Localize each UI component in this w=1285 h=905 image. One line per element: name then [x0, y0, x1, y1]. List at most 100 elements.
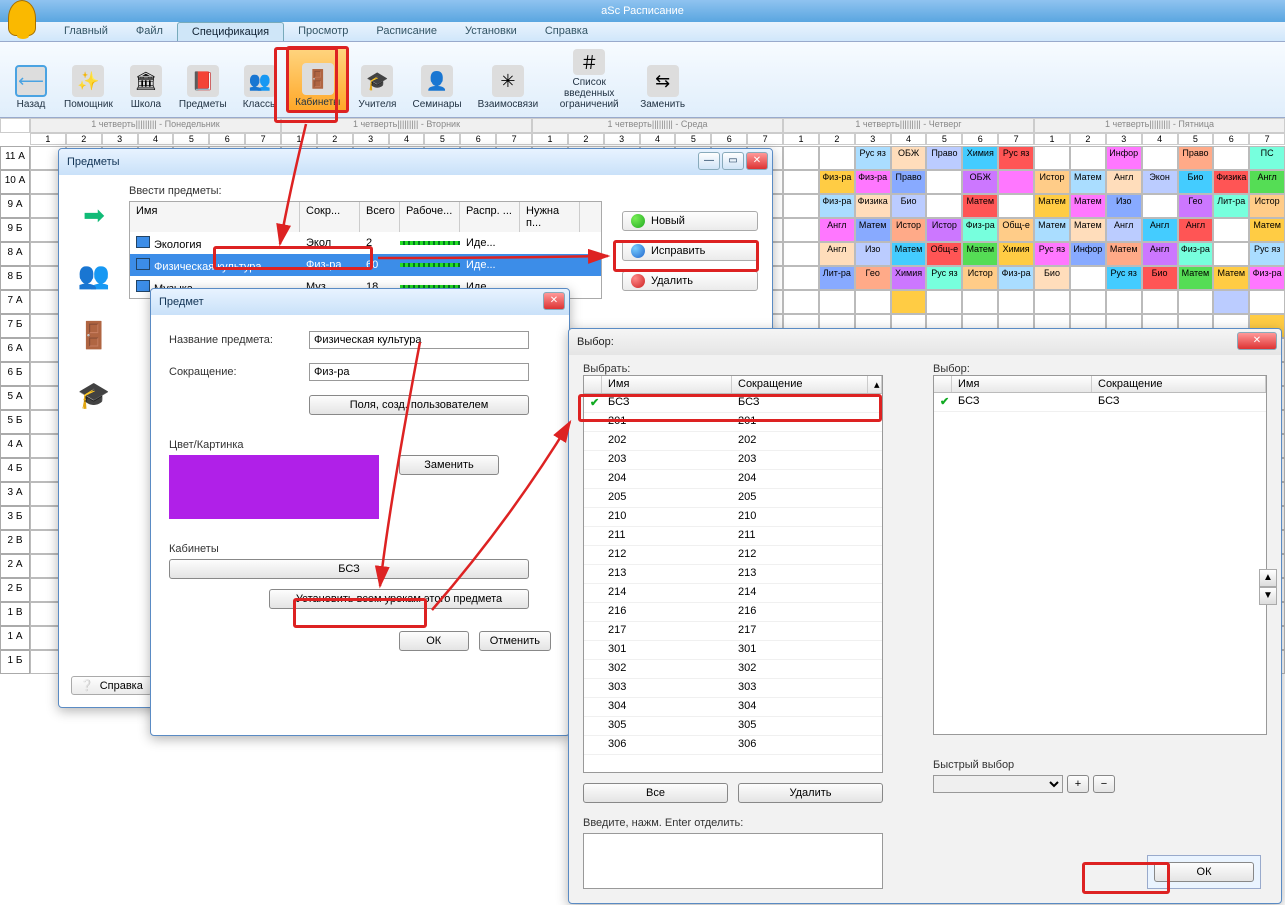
timetable-cell[interactable]: Био: [1178, 170, 1214, 194]
scroll-down-icon[interactable]: ▼: [1259, 587, 1277, 605]
arrow-right-icon[interactable]: ➡: [74, 195, 114, 235]
timetable-cell[interactable]: Физ-ра: [855, 170, 891, 194]
room-option[interactable]: 217217: [584, 622, 882, 641]
timetable-cell[interactable]: Физ-ра: [819, 194, 855, 218]
ribbon-relations[interactable]: ✳Взаимосвязи: [471, 46, 546, 113]
timetable-cell[interactable]: Химия: [891, 266, 927, 290]
delete-button[interactable]: Удалить: [622, 271, 758, 291]
timetable-cell[interactable]: Матем: [962, 242, 998, 266]
timetable-cell[interactable]: Био: [1034, 266, 1070, 290]
timetable-cell[interactable]: [962, 290, 998, 314]
menu-item[interactable]: Файл: [122, 22, 177, 41]
menu-item[interactable]: Просмотр: [284, 22, 362, 41]
ribbon-wizard[interactable]: ✨Помощник: [57, 46, 120, 113]
ribbon-subjects[interactable]: 📕Предметы: [172, 46, 234, 113]
timetable-cell[interactable]: Матем: [1070, 194, 1106, 218]
timetable-cell[interactable]: [1142, 194, 1178, 218]
timetable-cell[interactable]: Гео: [855, 266, 891, 290]
room-option[interactable]: 306306: [584, 736, 882, 755]
timetable-cell[interactable]: Рус яз: [998, 146, 1034, 170]
enter-textarea[interactable]: [583, 833, 883, 889]
timetable-cell[interactable]: [1213, 146, 1249, 170]
timetable-cell[interactable]: [1142, 290, 1178, 314]
room-option[interactable]: 205205: [584, 489, 882, 508]
menu-item[interactable]: Установки: [451, 22, 531, 41]
people-icon[interactable]: 👥: [74, 255, 114, 295]
timetable-cell[interactable]: Матем: [1070, 170, 1106, 194]
ribbon-rooms[interactable]: 🚪Кабинеты: [286, 46, 349, 113]
timetable-cell[interactable]: Физ-ра: [1249, 266, 1285, 290]
timetable-cell[interactable]: Лит-ра: [819, 266, 855, 290]
timetable-cell[interactable]: Англ: [1142, 242, 1178, 266]
timetable-cell[interactable]: Био: [1142, 266, 1178, 290]
timetable-cell[interactable]: Рус яз: [1034, 242, 1070, 266]
timetable-cell[interactable]: Инфор: [1106, 146, 1142, 170]
timetable-cell[interactable]: Матем: [891, 242, 927, 266]
change-color-button[interactable]: Заменить: [399, 455, 499, 475]
timetable-cell[interactable]: Физ-ра: [1178, 242, 1214, 266]
timetable-cell[interactable]: Гео: [1178, 194, 1214, 218]
timetable-cell[interactable]: Физ-ра: [998, 266, 1034, 290]
timetable-cell[interactable]: [819, 290, 855, 314]
userfields-button[interactable]: Поля, созд. пользователем: [309, 395, 529, 415]
timetable-cell[interactable]: [1034, 146, 1070, 170]
timetable-cell[interactable]: Экон: [1142, 170, 1178, 194]
menu-item[interactable]: Спецификация: [177, 22, 284, 41]
timetable-cell[interactable]: Физ-ра: [962, 218, 998, 242]
quick-remove-button[interactable]: −: [1093, 775, 1115, 793]
timetable-cell[interactable]: Изо: [855, 242, 891, 266]
timetable-cell[interactable]: Инфор: [1070, 242, 1106, 266]
timetable-cell[interactable]: Истор: [962, 266, 998, 290]
set-all-lessons-button[interactable]: Установить всем урокам этого предмета: [269, 589, 529, 609]
timetable-cell[interactable]: [926, 290, 962, 314]
available-rooms-list[interactable]: ИмяСокращение▴ ✔БСЗБСЗ201201202202203203…: [583, 375, 883, 773]
select-ok-button[interactable]: ОК: [1154, 862, 1254, 882]
room-option[interactable]: 202202: [584, 432, 882, 451]
timetable-cell[interactable]: ОБЖ: [962, 170, 998, 194]
timetable-cell[interactable]: Англ: [1249, 170, 1285, 194]
subject-room-button[interactable]: БСЗ: [169, 559, 529, 579]
timetable-cell[interactable]: [783, 170, 819, 194]
timetable-cell[interactable]: Рус яз: [1106, 266, 1142, 290]
room-option[interactable]: 203203: [584, 451, 882, 470]
room-option[interactable]: 210210: [584, 508, 882, 527]
close-button[interactable]: ✕: [746, 152, 768, 170]
edit-button[interactable]: Исправить: [622, 241, 758, 261]
timetable-cell[interactable]: [819, 146, 855, 170]
timetable-cell[interactable]: [783, 218, 819, 242]
timetable-cell[interactable]: Англ: [819, 242, 855, 266]
timetable-cell[interactable]: Истор: [891, 218, 927, 242]
timetable-cell[interactable]: [998, 194, 1034, 218]
timetable-cell[interactable]: [783, 242, 819, 266]
room-option[interactable]: 305305: [584, 717, 882, 736]
room-option[interactable]: 302302: [584, 660, 882, 679]
timetable-cell[interactable]: [1070, 146, 1106, 170]
timetable-cell[interactable]: Матем: [1249, 218, 1285, 242]
timetable-cell[interactable]: Матем: [1034, 218, 1070, 242]
room-option[interactable]: 214214: [584, 584, 882, 603]
timetable-cell[interactable]: Лит-ра: [1213, 194, 1249, 218]
timetable-cell[interactable]: [783, 290, 819, 314]
ribbon-constraints[interactable]: ＃Список введенных ограничений: [547, 46, 631, 113]
menu-item[interactable]: Справка: [531, 22, 602, 41]
timetable-cell[interactable]: Рус яз: [926, 266, 962, 290]
timetable-cell[interactable]: [1034, 290, 1070, 314]
room-option[interactable]: 204204: [584, 470, 882, 489]
minimize-button[interactable]: —: [698, 152, 720, 170]
subject-abbr-input[interactable]: [309, 363, 529, 381]
timetable-cell[interactable]: Изо: [1106, 194, 1142, 218]
timetable-cell[interactable]: [1213, 218, 1249, 242]
subject-cancel-button[interactable]: Отменить: [479, 631, 551, 651]
selected-rooms-list[interactable]: ИмяСокращение ✔БСЗБСЗ: [933, 375, 1267, 735]
timetable-cell[interactable]: ПС: [1249, 146, 1285, 170]
timetable-cell[interactable]: [1249, 290, 1285, 314]
ribbon-classes[interactable]: 👥Классы: [236, 46, 284, 113]
close-button[interactable]: ✕: [1237, 332, 1277, 350]
timetable-cell[interactable]: Истор: [1034, 170, 1070, 194]
room-option[interactable]: 304304: [584, 698, 882, 717]
timetable-cell[interactable]: Химия: [962, 146, 998, 170]
timetable-cell[interactable]: [783, 146, 819, 170]
timetable-cell[interactable]: Матем: [962, 194, 998, 218]
timetable-cell[interactable]: [891, 290, 927, 314]
room-option[interactable]: 301301: [584, 641, 882, 660]
